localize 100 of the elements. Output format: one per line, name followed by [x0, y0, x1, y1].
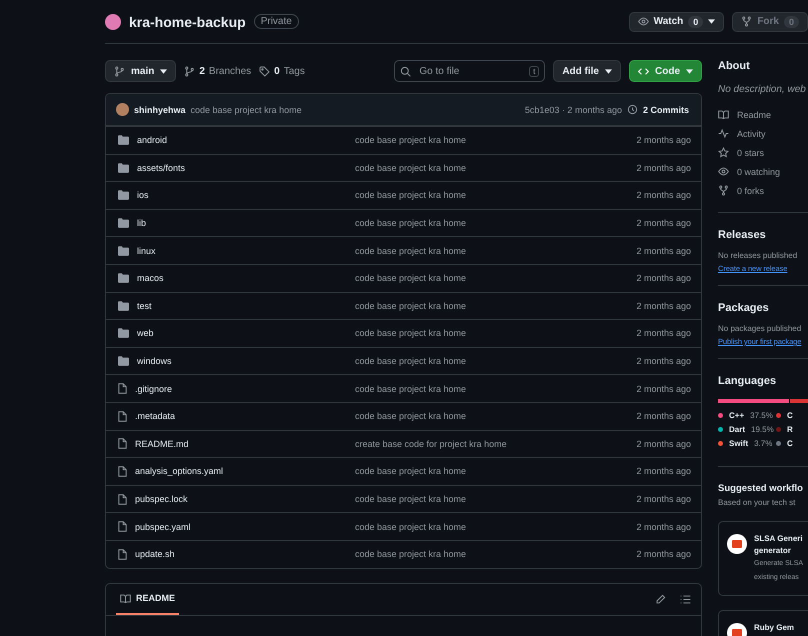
file-name[interactable]: windows	[118, 356, 338, 366]
file-name[interactable]: test	[118, 300, 338, 311]
commit-message[interactable]: code base project kra home	[338, 246, 601, 256]
watch-button[interactable]: Watch 0	[628, 12, 724, 32]
go-to-file-input[interactable]: Go to file	[417, 64, 524, 78]
code-button[interactable]: Code	[629, 60, 702, 82]
commit-time: 2 months ago	[635, 135, 691, 146]
commit-time: 2 months ago	[635, 466, 691, 476]
commit-message[interactable]: code base project kra home	[338, 135, 601, 146]
fork-icon	[718, 185, 729, 196]
readme-tab[interactable]: README	[116, 583, 180, 615]
workflow-icon	[727, 534, 747, 554]
file-name[interactable]: pubspec.yaml	[118, 521, 338, 532]
folder-icon	[118, 190, 129, 200]
commit-message[interactable]: code base project kra home	[338, 300, 601, 311]
file-name[interactable]: assets/fonts	[118, 162, 338, 173]
file-icon	[118, 410, 127, 422]
file-name[interactable]: update.sh	[118, 548, 338, 560]
commit-message[interactable]: code base project kra home	[338, 522, 601, 532]
star-icon	[718, 147, 729, 158]
commit-author[interactable]: shinhyehwa	[134, 104, 186, 114]
commits-link[interactable]: 2 Commits	[642, 104, 689, 114]
fork-icon	[741, 16, 752, 27]
file-name[interactable]: lib	[118, 218, 338, 228]
commit-time: 2 months ago	[635, 246, 691, 256]
folder-icon	[118, 218, 129, 228]
commit-time: 2 months ago	[635, 300, 691, 311]
about-link[interactable]: 0 forks	[718, 181, 808, 200]
packages-title[interactable]: Packages	[718, 302, 808, 314]
workflows-title: Suggested workflo	[718, 483, 804, 494]
file-name[interactable]: .metadata	[118, 410, 338, 422]
history-icon	[626, 104, 638, 115]
language-item[interactable]: Dart 19.5%	[718, 425, 776, 434]
commit-time: 2 months ago	[635, 522, 691, 532]
commit-message[interactable]: code base project kra home	[338, 411, 601, 422]
language-item[interactable]: C	[776, 439, 806, 448]
about-link[interactable]: Activity	[718, 124, 808, 143]
commit-time: 2 months ago	[635, 438, 691, 449]
releases-note: No releases published	[718, 251, 798, 260]
file-icon	[118, 494, 127, 505]
commit-message[interactable]: code base project kra home	[338, 218, 601, 228]
language-item[interactable]: C++ 37.5%	[718, 411, 776, 420]
workflows-subtitle: Based on your tech st	[718, 498, 796, 507]
commit-message[interactable]: create base code for project kra home	[338, 438, 601, 449]
languages-title: Languages	[718, 375, 778, 387]
folder-icon	[118, 300, 129, 311]
file-name[interactable]: .gitignore	[118, 383, 338, 394]
language-item[interactable]: Swift 3.7%	[718, 439, 776, 448]
code-icon	[638, 66, 649, 76]
about-description: No description, web	[718, 84, 807, 95]
tags-link[interactable]: 0 Tags	[259, 66, 305, 76]
commit-time: 2 months ago	[635, 356, 691, 366]
workflow-card[interactable]: Ruby Gem	[718, 610, 808, 636]
commit-message[interactable]: code base project kra home	[338, 549, 601, 560]
commit-message[interactable]: code base project kra home	[338, 190, 601, 200]
commit-message[interactable]: code base project kra home	[338, 328, 601, 338]
branch-button[interactable]: main	[105, 60, 176, 82]
file-name[interactable]: macos	[118, 273, 338, 284]
file-name[interactable]: analysis_options.yaml	[118, 466, 338, 477]
commit-message[interactable]: code base project kra home	[338, 273, 601, 284]
branches-link[interactable]: 2 Branches	[184, 66, 252, 76]
file-name[interactable]: android	[118, 135, 338, 146]
book-icon	[718, 109, 729, 120]
about-link[interactable]: Readme	[718, 105, 808, 124]
language-item[interactable]: R	[776, 425, 806, 434]
commit-time: 2 months ago	[635, 411, 691, 422]
workflow-title: generator	[754, 546, 792, 555]
commit-time: 2 months ago	[635, 384, 691, 394]
file-name[interactable]: ios	[118, 190, 338, 200]
folder-icon	[118, 356, 129, 366]
commit-message[interactable]: code base project kra home	[338, 494, 601, 504]
eye-icon	[718, 166, 729, 177]
about-link[interactable]: 0 watching	[718, 162, 808, 181]
commit-message[interactable]: code base project kra home	[338, 162, 601, 173]
add-file-button[interactable]: Add file	[553, 60, 621, 82]
commit-time: 2 months ago	[635, 273, 691, 284]
caret-icon	[686, 68, 693, 74]
file-name[interactable]: pubspec.lock	[118, 494, 338, 505]
language-item[interactable]: C	[776, 411, 806, 420]
pencil-icon	[655, 594, 666, 604]
file-icon	[118, 521, 127, 532]
commit-message[interactable]: code base project kra home	[338, 466, 601, 476]
about-link[interactable]: 0 stars	[718, 143, 808, 162]
eye-icon	[638, 16, 649, 27]
file-name[interactable]: web	[118, 328, 338, 338]
commit-message[interactable]: code base project kra home	[190, 104, 302, 114]
commit-time: 2 months ago	[635, 218, 691, 228]
file-name[interactable]: README.md	[118, 438, 338, 450]
packages-note: No packages published	[718, 324, 802, 333]
commit-time: 2 months ago	[635, 190, 691, 200]
go-to-file-field[interactable]: Go to file t	[394, 60, 546, 82]
shortcut-key: t	[529, 66, 540, 76]
repo-name[interactable]: kra-home-backup	[129, 14, 246, 30]
commit-message[interactable]: code base project kra home	[338, 384, 601, 394]
commit-message[interactable]: code base project kra home	[338, 356, 601, 366]
commit-meta[interactable]: 5cb1e03 · 2 months ago	[524, 104, 622, 114]
caret-icon	[160, 68, 168, 74]
tag-icon	[259, 66, 270, 76]
releases-title[interactable]: Releases	[718, 229, 808, 241]
file-name[interactable]: linux	[118, 246, 338, 256]
